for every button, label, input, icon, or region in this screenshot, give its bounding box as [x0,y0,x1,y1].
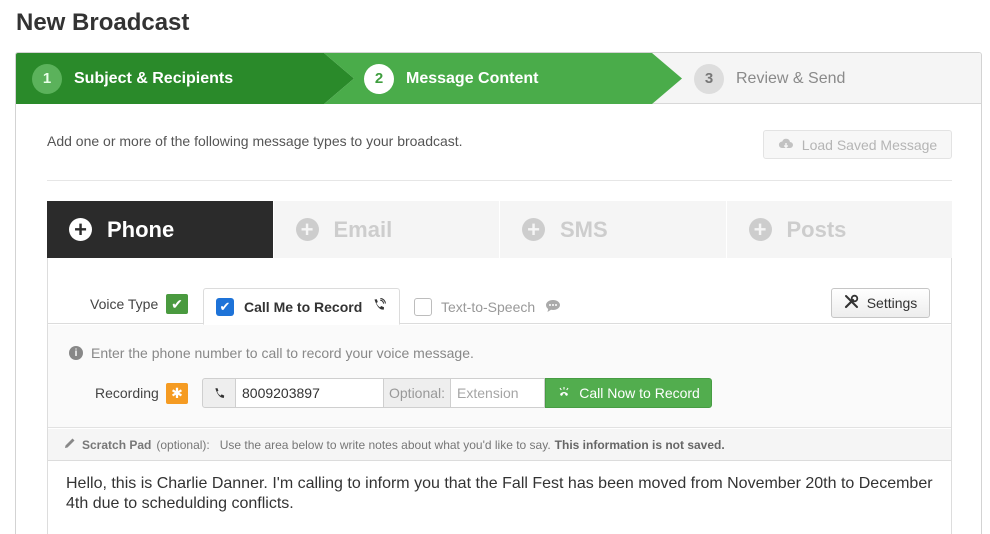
tab-label: Email [333,216,393,242]
phone-input-group: Optional: Call Now to Record [202,378,713,408]
step-number: 3 [694,63,724,94]
extension-input[interactable] [451,378,546,408]
checkbox-checked[interactable]: ✔ [216,297,234,316]
voice-type-label: Voice Type [90,296,159,312]
divider [47,180,952,181]
tab-sms[interactable]: + SMS [499,201,726,258]
phone-icon [202,378,236,408]
info-icon: i [69,346,83,360]
speech-bubble-icon [545,299,561,316]
phone-number-input[interactable] [236,378,384,408]
step-message-content[interactable]: 2 Message Content [324,53,682,104]
pencil-icon [64,437,76,452]
cloud-download-icon [778,137,794,153]
load-saved-message-label: Load Saved Message [801,136,938,153]
plus-circle-icon: + [748,218,772,241]
phone-volume-icon [372,297,387,315]
call-button-label: Call Now to Record [579,385,700,401]
checkbox-unchecked[interactable] [414,298,432,316]
settings-button[interactable]: Settings [831,288,930,318]
wrench-screwdriver-icon [844,294,859,312]
voice-option-call-me[interactable]: ✔ Call Me to Record [203,288,400,325]
scratch-pad-textarea[interactable]: Hello, this is Charlie Danner. I'm calli… [48,462,951,534]
message-type-tabs: + Phone + Email + SMS + Posts [47,201,953,272]
wizard-steps: 1 Subject & Recipients 2 Message Content… [16,53,981,104]
intro-text: Add one or more of the following message… [47,133,463,149]
voice-option-tts[interactable]: Text-to-Speech [414,298,561,316]
voice-option-label: Text-to-Speech [441,299,536,315]
check-icon: ✔ [166,294,188,314]
tab-email[interactable]: + Email [272,201,500,258]
voice-option-label: Call Me to Record [244,298,363,315]
recording-area: i Enter the phone number to call to reco… [48,325,951,428]
scratch-pad-header: Scratch Pad (optional): Use the area bel… [48,429,951,461]
tab-posts[interactable]: + Posts [725,201,953,258]
scratch-pad-optional: (optional): [156,437,210,452]
step-label: Review & Send [736,69,846,87]
optional-label: Optional: [384,378,452,408]
plus-circle-icon: + [69,218,92,241]
step-review-send[interactable]: 3 Review & Send [694,53,954,104]
step-subject-recipients[interactable]: 1 Subject & Recipients [16,53,354,104]
load-saved-message-button[interactable]: Load Saved Message [763,130,952,159]
step-label: Subject & Recipients [74,69,234,87]
tab-label: SMS [560,216,608,242]
phone-ring-icon [557,385,571,401]
phone-panel: Voice Type ✔ ✔ Call Me to Record Text-to… [47,258,952,534]
recording-info: i Enter the phone number to call to reco… [69,345,474,361]
step-number: 2 [364,63,394,94]
recording-info-text: Enter the phone number to call to record… [91,345,474,361]
tab-label: Posts [786,216,847,242]
asterisk-icon: ✱ [166,383,188,404]
settings-label: Settings [866,295,918,311]
tab-label: Phone [107,216,175,242]
call-now-to-record-button[interactable]: Call Now to Record [545,378,713,408]
plus-circle-icon: + [295,218,319,241]
step-label: Message Content [406,69,539,87]
broadcast-wizard: 1 Subject & Recipients 2 Message Content… [15,52,982,534]
voice-type-row: Voice Type ✔ ✔ Call Me to Record Text-to… [48,258,951,325]
page-title: New Broadcast [16,9,190,36]
plus-circle-icon: + [522,218,545,241]
scratch-pad-note: This information is not saved. [554,437,725,452]
tab-phone[interactable]: + Phone [47,201,273,272]
recording-label: Recording [95,385,159,401]
scratch-pad-title: Scratch Pad [82,437,152,452]
scratch-pad-description: Use the area below to write notes about … [219,437,551,452]
step-number: 1 [32,63,62,94]
